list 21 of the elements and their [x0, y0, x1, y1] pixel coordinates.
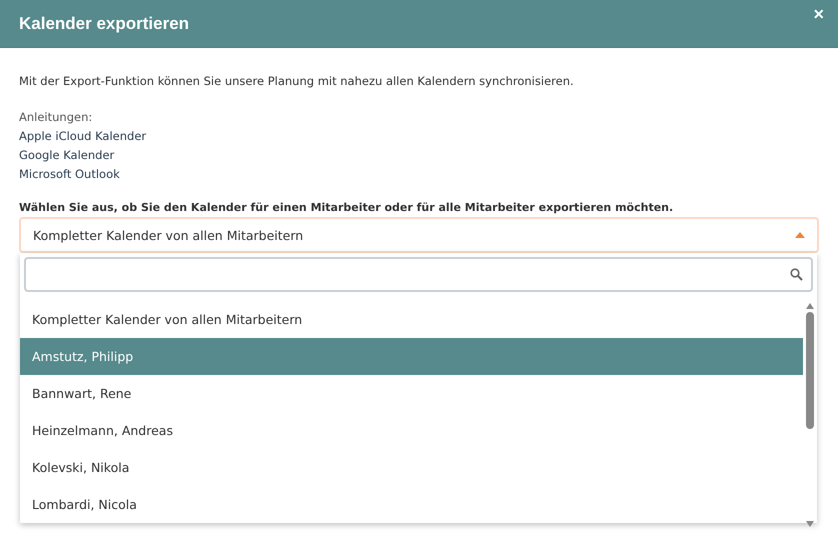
guides-heading: Anleitungen:	[19, 109, 92, 126]
option-item[interactable]: Kompletter Kalender von allen Mitarbeitern	[20, 301, 803, 338]
guide-link[interactable]: Apple iCloud Kalender	[19, 127, 146, 146]
option-item[interactable]: Lombardi, Nicola	[20, 486, 803, 523]
scroll-up-icon[interactable]	[806, 303, 814, 309]
scrollbar[interactable]	[803, 301, 817, 527]
search-icon	[790, 268, 803, 281]
caret-icon	[795, 232, 805, 238]
option-item[interactable]: Heinzelmann, Andreas	[20, 412, 803, 449]
prompt-text: Wählen Sie aus, ob Sie den Kalender für einen Mitarbeiter oder für alle Mitarbeiter exportieren möchten.	[19, 201, 674, 214]
guide-link[interactable]: Microsoft Outlook	[19, 165, 120, 184]
close-button[interactable]: ×	[811, 4, 826, 25]
scroll-down-icon[interactable]	[806, 521, 814, 527]
window-title: Kalender exportieren	[19, 14, 190, 34]
option-item[interactable]: Bannwart, Rene	[20, 375, 803, 412]
intro-text: Mit der Export-Funktion können Sie unsere Planung mit nahezu allen Kalendern synchronisieren.	[19, 74, 575, 88]
search-field[interactable]	[24, 257, 813, 292]
option-item[interactable]: Kolevski, Nikola	[20, 449, 803, 486]
guide-link[interactable]: Google Kalender	[19, 146, 114, 165]
option-item[interactable]: Amstutz, Philipp	[20, 338, 803, 375]
employee-select[interactable]: Kompletter Kalender von allen Mitarbeitern	[19, 217, 819, 253]
